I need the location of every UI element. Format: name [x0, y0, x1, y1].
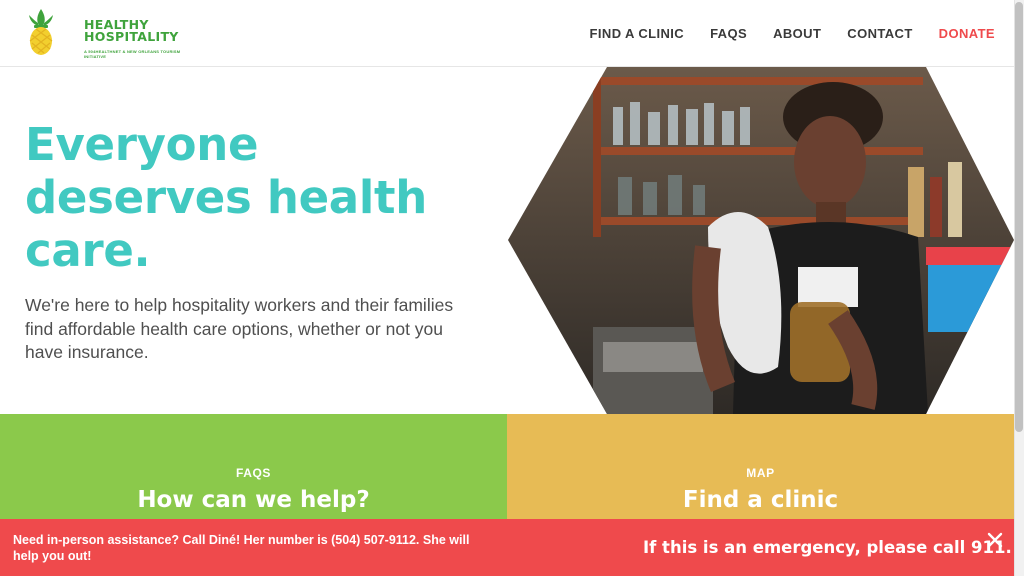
page-scrollbar[interactable]	[1014, 0, 1024, 576]
hero-photo	[508, 67, 1014, 414]
logo-subtitle: A 504HEALTHNET & NEW ORLEANS TOURISM INI…	[84, 49, 181, 59]
nav-donate[interactable]: DONATE	[939, 26, 995, 41]
alert-bar: Need in-person assistance? Call Diné! He…	[0, 519, 1014, 576]
logo[interactable]: HEALTHY HOSPITALITY A 504HEALTHNET & NEW…	[24, 7, 180, 59]
nav-faqs[interactable]: FAQS	[710, 26, 747, 41]
assistance-message: Need in-person assistance? Call Diné! He…	[13, 533, 470, 563]
logo-text-hospitality: HOSPITALITY	[84, 29, 179, 44]
site-header: HEALTHY HOSPITALITY A 504HEALTHNET & NEW…	[0, 0, 1014, 67]
nav-find-a-clinic[interactable]: FIND A CLINIC	[590, 26, 685, 41]
map-card-title: Find a clinic	[682, 487, 839, 513]
faq-card-title: How can we help?	[137, 487, 370, 513]
hero-description: We're here to help hospitality workers a…	[25, 295, 454, 362]
nav-about[interactable]: ABOUT	[773, 26, 821, 41]
close-icon[interactable]	[985, 530, 1005, 550]
map-card-eyebrow: MAP	[746, 466, 775, 480]
nav-contact[interactable]: CONTACT	[847, 26, 912, 41]
emergency-message: If this is an emergency, please call 911…	[643, 538, 1012, 557]
main-nav: FIND A CLINIC FAQS ABOUT CONTACT DONATE	[590, 26, 995, 41]
faq-card-eyebrow: FAQS	[235, 466, 272, 480]
pineapple-icon	[29, 9, 53, 55]
hero-title: Everyone deserves health care.	[25, 118, 427, 277]
scrollbar-thumb[interactable]	[1015, 2, 1023, 432]
